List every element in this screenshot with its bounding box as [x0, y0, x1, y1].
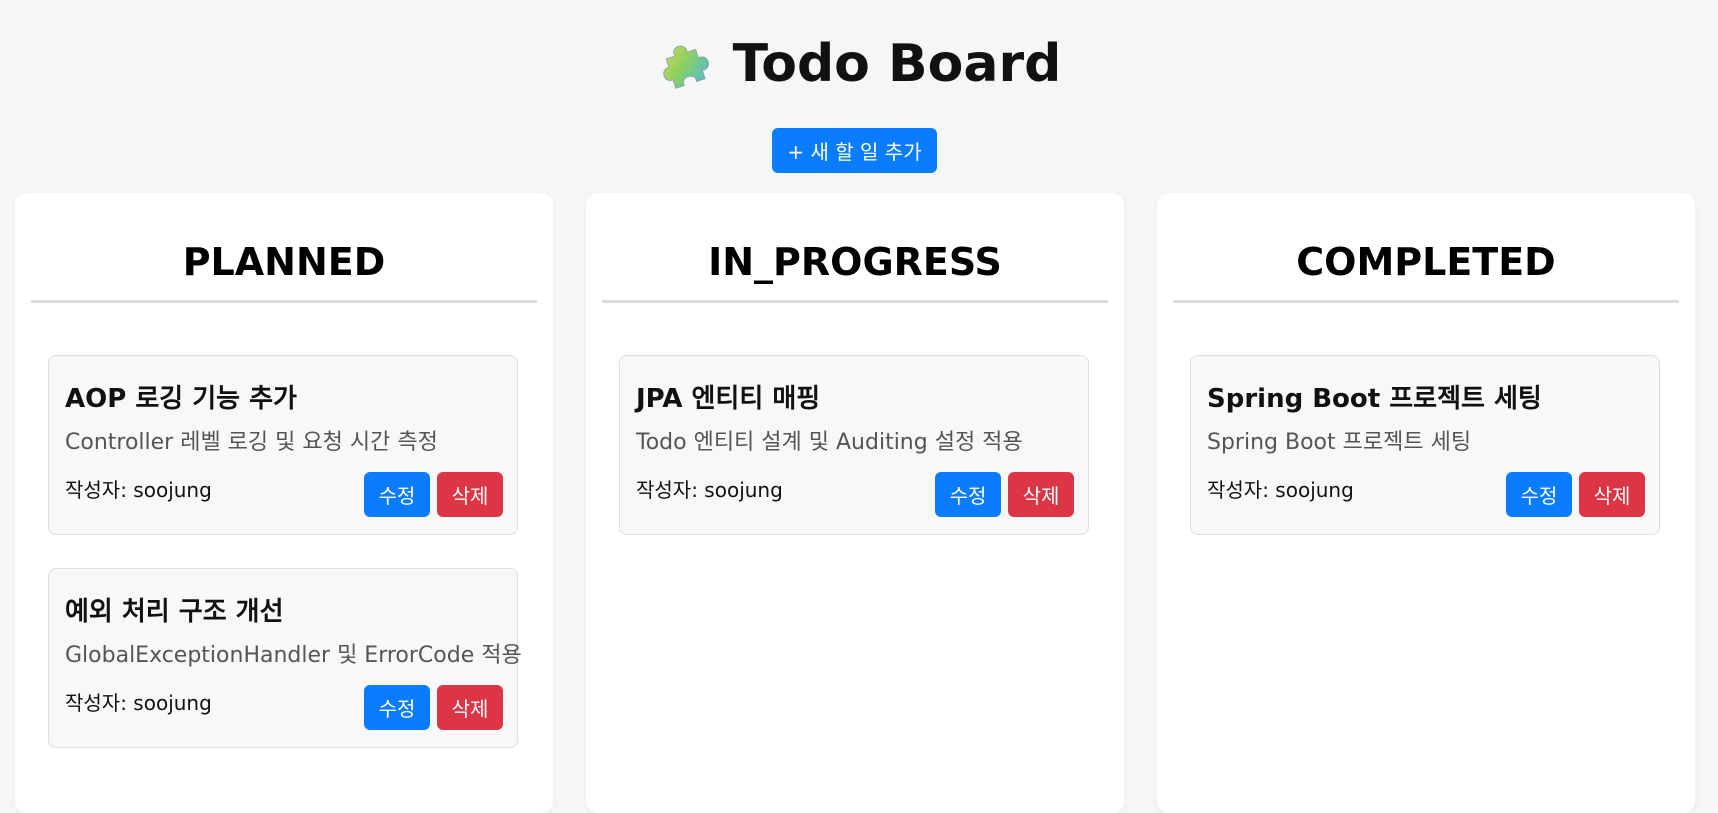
- delete-button[interactable]: 삭제: [437, 472, 503, 517]
- card-title: AOP 로깅 기능 추가: [65, 384, 297, 414]
- puzzle-piece-icon: [663, 45, 709, 89]
- card-title: 예외 처리 구조 개선: [65, 597, 284, 627]
- delete-button[interactable]: 삭제: [437, 685, 503, 730]
- edit-button[interactable]: 수정: [1506, 472, 1572, 517]
- card-title: Spring Boot 프로젝트 세팅: [1207, 384, 1542, 414]
- todo-card: JPA 엔티티 매핑 Todo 엔티티 설계 및 Auditing 설정 적용 …: [619, 355, 1089, 535]
- card-author: 작성자: soojung: [65, 691, 212, 715]
- page-title: Todo Board: [732, 34, 1062, 94]
- edit-button[interactable]: 수정: [364, 685, 430, 730]
- column-title: COMPLETED: [1296, 240, 1556, 284]
- todo-card: Spring Boot 프로젝트 세팅 Spring Boot 프로젝트 세팅 …: [1190, 355, 1660, 535]
- card-description: GlobalExceptionHandler 및 ErrorCode 적용: [65, 643, 522, 668]
- column-divider: [31, 300, 537, 303]
- edit-button[interactable]: 수정: [364, 472, 430, 517]
- board-header: Todo Board + 새 할 일 추가: [0, 0, 1718, 173]
- column-planned: PLANNED AOP 로깅 기능 추가 Controller 레벨 로깅 및 …: [15, 193, 553, 813]
- todo-card: AOP 로깅 기능 추가 Controller 레벨 로깅 및 요청 시간 측정…: [48, 355, 518, 535]
- column-divider: [602, 300, 1108, 303]
- card-description: Spring Boot 프로젝트 세팅: [1207, 430, 1472, 455]
- card-author: 작성자: soojung: [636, 478, 783, 502]
- column-divider: [1173, 300, 1679, 303]
- edit-button[interactable]: 수정: [935, 472, 1001, 517]
- delete-button[interactable]: 삭제: [1579, 472, 1645, 517]
- column-completed: COMPLETED Spring Boot 프로젝트 세팅 Spring Boo…: [1157, 193, 1695, 813]
- title-wrap: Todo Board: [0, 24, 1718, 104]
- column-in-progress: IN_PROGRESS JPA 엔티티 매핑 Todo 엔티티 설계 및 Aud…: [586, 193, 1124, 813]
- add-todo-button[interactable]: + 새 할 일 추가: [772, 128, 937, 173]
- delete-button[interactable]: 삭제: [1008, 472, 1074, 517]
- card-title: JPA 엔티티 매핑: [636, 384, 821, 414]
- card-description: Todo 엔티티 설계 및 Auditing 설정 적용: [636, 430, 1023, 455]
- card-description: Controller 레벨 로깅 및 요청 시간 측정: [65, 430, 438, 455]
- card-author: 작성자: soojung: [65, 478, 212, 502]
- column-title: IN_PROGRESS: [708, 240, 1002, 284]
- card-author: 작성자: soojung: [1207, 478, 1354, 502]
- column-title: PLANNED: [182, 240, 386, 284]
- todo-card: 예외 처리 구조 개선 GlobalExceptionHandler 및 Err…: [48, 568, 522, 748]
